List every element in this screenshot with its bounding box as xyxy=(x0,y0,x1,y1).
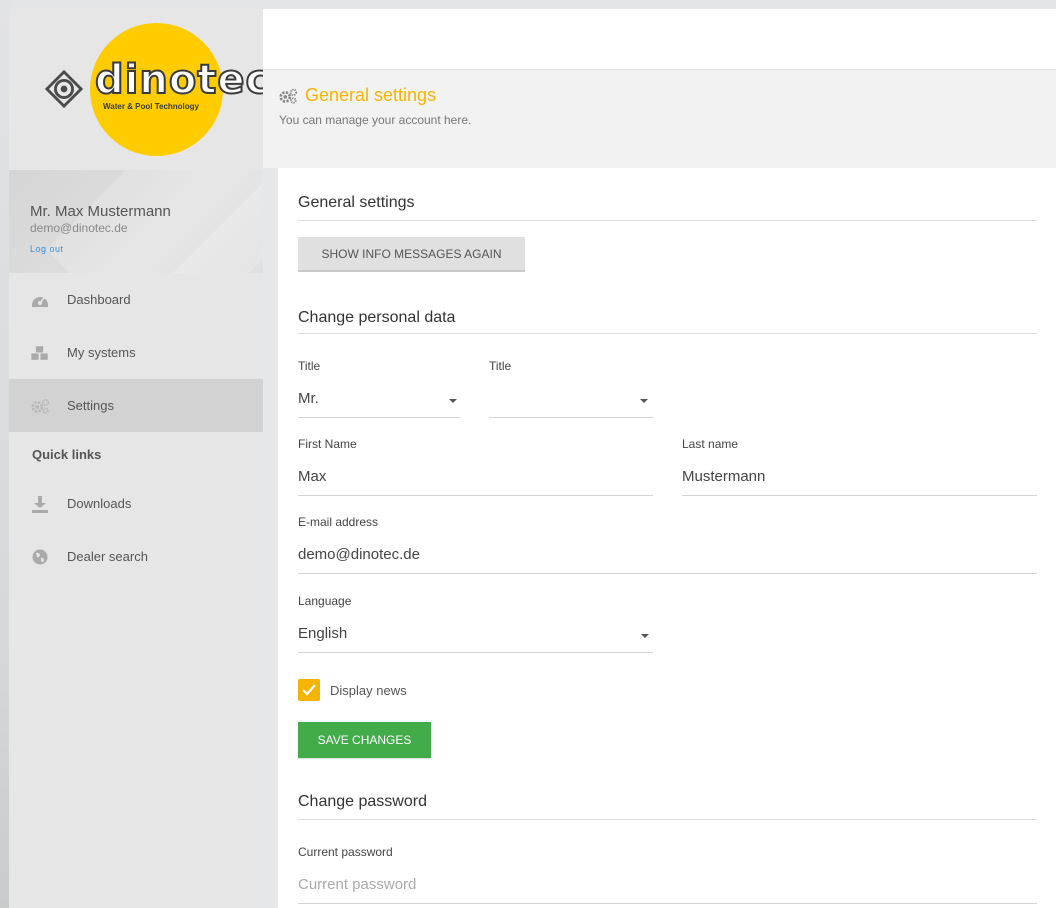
sidebar-item-label: Dashboard xyxy=(67,292,131,307)
sidebar: dinotec Water & Pool Technology Mr. Max … xyxy=(9,9,270,908)
gears-icon xyxy=(279,88,298,104)
field-underline xyxy=(298,495,653,496)
field-underline xyxy=(298,573,1037,574)
globe-icon xyxy=(30,547,50,567)
first-name-value: Max xyxy=(298,468,327,485)
current-password-label: Current password xyxy=(298,845,393,859)
last-name-field[interactable]: Mustermann xyxy=(682,462,1037,496)
page-title: General settings xyxy=(305,85,437,105)
sidebar-item-downloads[interactable]: Downloads xyxy=(9,477,263,530)
section-divider xyxy=(298,220,1037,221)
window-frame-left xyxy=(0,0,9,908)
first-name-field[interactable]: Max xyxy=(298,462,653,496)
first-name-label: First Name xyxy=(298,437,357,451)
show-info-messages-button[interactable]: SHOW INFO MESSAGES AGAIN xyxy=(298,237,525,272)
page-subtitle: You can manage your account here. xyxy=(279,113,472,127)
gears-icon xyxy=(30,396,50,416)
sidebar-item-label: Settings xyxy=(67,398,114,413)
sidebar-item-my-systems[interactable]: My systems xyxy=(9,326,263,379)
settings-content: General settings SHOW INFO MESSAGES AGAI… xyxy=(278,168,1056,908)
chevron-down-icon xyxy=(640,399,648,403)
sidebar-item-dealer-search[interactable]: Dealer search xyxy=(9,530,263,583)
section-title-personal: Change personal data xyxy=(298,309,456,326)
last-name-label: Last name xyxy=(682,437,739,451)
top-bar xyxy=(263,9,1056,70)
section-divider xyxy=(298,819,1037,820)
checkmark-icon xyxy=(302,684,316,696)
language-select-value: English xyxy=(298,625,348,642)
current-password-placeholder: Current password xyxy=(298,876,417,893)
chevron-down-icon xyxy=(641,634,649,638)
field-underline xyxy=(298,652,653,653)
user-name: Mr. Max Mustermann xyxy=(30,203,171,220)
field-underline xyxy=(682,495,1037,496)
user-email: demo@dinotec.de xyxy=(30,221,128,235)
chevron-down-icon xyxy=(449,399,457,403)
logo-tagline: Water & Pool Technology xyxy=(103,102,200,111)
section-divider xyxy=(298,333,1037,334)
sidebar-item-label: My systems xyxy=(67,345,136,360)
dashboard-icon xyxy=(30,290,50,310)
title2-label: Title xyxy=(489,359,512,373)
field-underline xyxy=(298,903,1037,904)
logo-text: dinotec xyxy=(94,57,271,103)
email-value: demo@dinotec.de xyxy=(298,546,420,563)
language-label: Language xyxy=(298,594,352,608)
logo-mark-icon xyxy=(45,70,83,108)
last-name-value: Mustermann xyxy=(682,468,766,485)
sidebar-item-settings[interactable]: Settings xyxy=(9,379,263,432)
section-title-password: Change password xyxy=(298,793,427,810)
field-underline xyxy=(489,417,653,418)
quick-links-title: Quick links xyxy=(32,447,102,462)
logout-link[interactable]: Log out xyxy=(30,244,64,254)
window-frame-top xyxy=(0,0,1056,9)
sidebar-nav: Dashboard My systems Settings Quick link… xyxy=(9,273,263,583)
field-underline xyxy=(298,417,460,418)
user-box: Mr. Max Mustermann demo@dinotec.de Log o… xyxy=(9,170,263,273)
cubes-icon xyxy=(30,343,50,363)
display-news-checkbox[interactable] xyxy=(298,679,320,701)
title-select[interactable]: Mr. xyxy=(298,384,460,418)
email-field[interactable]: demo@dinotec.de xyxy=(298,540,1037,574)
sidebar-item-label: Dealer search xyxy=(67,549,148,564)
sidebar-item-dashboard[interactable]: Dashboard xyxy=(9,273,263,326)
current-password-field[interactable]: Current password xyxy=(298,870,1037,904)
page-header: General settings You can manage your acc… xyxy=(263,70,1056,168)
email-label: E-mail address xyxy=(298,515,379,529)
title2-select[interactable] xyxy=(489,384,653,418)
download-icon xyxy=(30,494,50,514)
title-label: Title xyxy=(298,359,321,373)
section-title-general: General settings xyxy=(298,194,415,211)
logo-area: dinotec Water & Pool Technology xyxy=(9,9,270,170)
language-select[interactable]: English xyxy=(298,619,653,653)
sidebar-item-label: Downloads xyxy=(67,496,132,511)
title-select-value: Mr. xyxy=(298,390,319,407)
save-changes-button[interactable]: SAVE CHANGES xyxy=(298,722,431,758)
display-news-label: Display news xyxy=(330,683,407,698)
